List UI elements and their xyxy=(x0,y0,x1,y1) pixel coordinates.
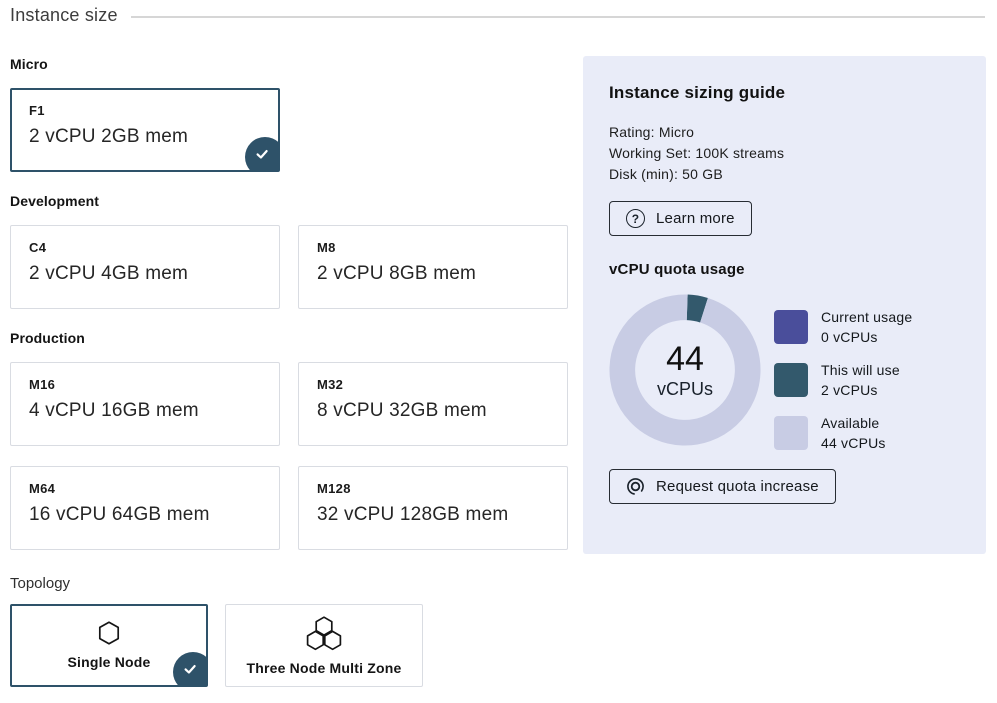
learn-more-button[interactable]: ? Learn more xyxy=(609,201,752,236)
selected-check-badge xyxy=(245,137,280,172)
section-production: Production M16 4 vCPU 16GB mem M32 8 vCP… xyxy=(10,330,568,550)
request-quota-increase-button[interactable]: Request quota increase xyxy=(609,469,836,504)
card-name-label: M32 xyxy=(317,377,549,392)
learn-more-label: Learn more xyxy=(656,210,735,227)
content: Micro F1 2 vCPU 2GB mem Developme xyxy=(0,56,997,687)
page-title: Instance size xyxy=(10,5,118,26)
legend-row-this-will-use: This will use 2 vCPUs xyxy=(774,360,912,400)
legend-label: This will use xyxy=(821,360,900,380)
instance-sizing-guide-panel: Instance sizing guide Rating: Micro Work… xyxy=(583,56,986,554)
section-topology: Topology Single Node xyxy=(10,575,568,687)
check-icon xyxy=(254,146,270,162)
three-hexagons-icon xyxy=(303,616,345,651)
sizing-guide-title: Instance sizing guide xyxy=(609,83,960,103)
card-name-label: M128 xyxy=(317,481,549,496)
section-micro: Micro F1 2 vCPU 2GB mem xyxy=(10,56,568,172)
vcpu-quota-chart: 44 vCPUs Current usage 0 vCPUs xyxy=(609,294,960,453)
micro-card-grid: F1 2 vCPU 2GB mem xyxy=(10,88,568,172)
disk-min-detail: Disk (min): 50 GB xyxy=(609,164,960,185)
sizing-guide-details: Rating: Micro Working Set: 100K streams … xyxy=(609,122,960,185)
vcpu-quota-usage-title: vCPU quota usage xyxy=(609,261,960,278)
card-name-label: F1 xyxy=(29,103,261,118)
header-divider xyxy=(131,16,985,18)
topology-option-single-node[interactable]: Single Node xyxy=(10,604,208,687)
topology-option-label: Three Node Multi Zone xyxy=(246,660,401,676)
section-label-development: Development xyxy=(10,193,568,209)
topology-option-label: Single Node xyxy=(67,654,150,670)
card-name-label: M64 xyxy=(29,481,261,496)
topology-option-three-node[interactable]: Three Node Multi Zone xyxy=(225,604,423,687)
rating-detail: Rating: Micro xyxy=(609,122,960,143)
card-name-label: M8 xyxy=(317,240,549,255)
question-circle-icon: ? xyxy=(626,209,645,228)
selected-check-badge xyxy=(173,652,208,687)
section-label-production: Production xyxy=(10,330,568,346)
card-spec-label: 2 vCPU 2GB mem xyxy=(29,126,261,148)
card-spec-label: 4 vCPU 16GB mem xyxy=(29,400,261,422)
legend-row-available: Available 44 vCPUs xyxy=(774,413,912,453)
card-name-label: M16 xyxy=(29,377,261,392)
size-card-m32[interactable]: M32 8 vCPU 32GB mem xyxy=(298,362,568,446)
working-set-detail: Working Set: 100K streams xyxy=(609,143,960,164)
single-hexagon-icon xyxy=(98,621,120,645)
legend-value: 2 vCPUs xyxy=(821,380,900,400)
topology-label: Topology xyxy=(10,575,568,592)
check-icon xyxy=(182,661,198,677)
size-card-m8[interactable]: M8 2 vCPU 8GB mem xyxy=(298,225,568,309)
card-spec-label: 32 vCPU 128GB mem xyxy=(317,504,549,526)
section-label-micro: Micro xyxy=(10,56,568,72)
size-selector-column: Micro F1 2 vCPU 2GB mem Developme xyxy=(10,56,568,687)
donut-chart: 44 vCPUs xyxy=(609,294,761,446)
quota-target-icon xyxy=(626,477,645,496)
card-spec-label: 8 vCPU 32GB mem xyxy=(317,400,549,422)
size-card-f1[interactable]: F1 2 vCPU 2GB mem xyxy=(10,88,280,172)
card-spec-label: 2 vCPU 4GB mem xyxy=(29,263,261,285)
section-development: Development C4 2 vCPU 4GB mem M8 2 vCPU … xyxy=(10,193,568,309)
legend-label: Available xyxy=(821,413,886,433)
quota-legend: Current usage 0 vCPUs This will use 2 vC… xyxy=(774,307,912,453)
size-card-m128[interactable]: M128 32 vCPU 128GB mem xyxy=(298,466,568,550)
legend-label: Current usage xyxy=(821,307,912,327)
topology-grid: Single Node Three Node xyxy=(10,604,568,687)
donut-rings xyxy=(609,294,761,446)
legend-value: 44 vCPUs xyxy=(821,433,886,453)
size-card-m16[interactable]: M16 4 vCPU 16GB mem xyxy=(10,362,280,446)
size-card-m64[interactable]: M64 16 vCPU 64GB mem xyxy=(10,466,280,550)
legend-swatch-available xyxy=(774,416,808,450)
card-spec-label: 2 vCPU 8GB mem xyxy=(317,263,549,285)
card-name-label: C4 xyxy=(29,240,261,255)
request-quota-label: Request quota increase xyxy=(656,478,819,495)
size-card-c4[interactable]: C4 2 vCPU 4GB mem xyxy=(10,225,280,309)
instance-size-page: Instance size Micro F1 2 vCPU 2GB mem xyxy=(0,0,997,703)
production-card-grid: M16 4 vCPU 16GB mem M32 8 vCPU 32GB mem … xyxy=(10,362,568,550)
legend-value: 0 vCPUs xyxy=(821,327,912,347)
legend-swatch-this-will-use xyxy=(774,363,808,397)
development-card-grid: C4 2 vCPU 4GB mem M8 2 vCPU 8GB mem xyxy=(10,225,568,309)
page-header: Instance size xyxy=(0,0,997,26)
legend-row-current-usage: Current usage 0 vCPUs xyxy=(774,307,912,347)
legend-swatch-current-usage xyxy=(774,310,808,344)
card-spec-label: 16 vCPU 64GB mem xyxy=(29,504,261,526)
